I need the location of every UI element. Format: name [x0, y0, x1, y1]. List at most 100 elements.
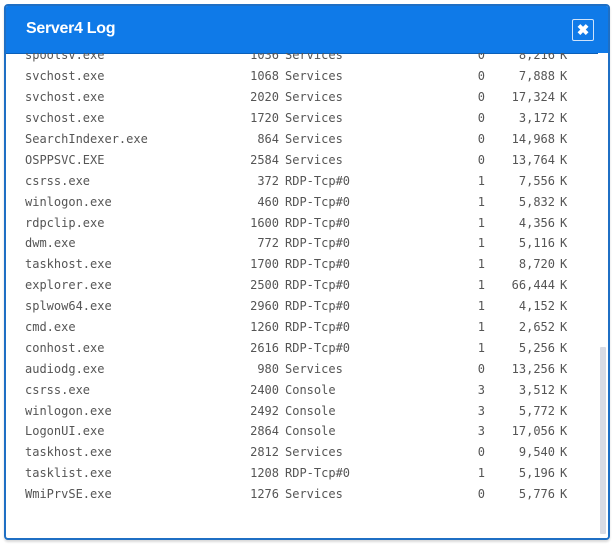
session-name: RDP-Tcp#0 [285, 299, 351, 314]
process-name: cmd.exe [25, 320, 76, 335]
session-name: RDP-Tcp#0 [285, 236, 351, 251]
process-pid: 2492 [250, 403, 279, 418]
session-name: Console [285, 382, 336, 397]
process-row: rdpclip.exe 1600 RDP-Tcp#0 1 4,356 K [6, 212, 594, 233]
memory-usage: 17,324 [511, 90, 555, 105]
session-number: 1 [477, 278, 485, 293]
process-row: taskhost.exe 1700 RDP-Tcp#0 1 8,720 K [6, 254, 594, 275]
process-name: svchost.exe [25, 111, 105, 126]
session-name: Console [285, 424, 336, 439]
process-pid: 1036 [250, 53, 279, 63]
session-number: 1 [477, 299, 485, 314]
dialog-title: Server4 Log [26, 20, 116, 37]
process-pid: 980 [257, 361, 279, 376]
memory-unit: K [560, 320, 568, 335]
server-log-dialog: Server4 Log ✖ spoolsv.exe 1036 Services 0 8,… [4, 4, 610, 540]
session-name: Services [285, 445, 343, 460]
session-name: Services [285, 90, 343, 105]
memory-usage: 5,776 [518, 487, 555, 502]
memory-unit: K [560, 215, 568, 230]
session-number: 0 [477, 487, 485, 502]
session-number: 1 [477, 320, 485, 335]
memory-unit: K [560, 299, 568, 314]
session-number: 0 [477, 445, 485, 460]
scrollbar-thumb[interactable] [600, 347, 606, 534]
session-name: RDP-Tcp#0 [285, 194, 351, 209]
session-number: 0 [477, 111, 485, 126]
process-pid: 2400 [250, 382, 279, 397]
process-row: winlogon.exe 460 RDP-Tcp#0 1 5,832 K [6, 191, 594, 212]
session-name: RDP-Tcp#0 [285, 173, 351, 188]
vertical-scrollbar[interactable] [598, 53, 608, 538]
session-number: 0 [477, 361, 485, 376]
memory-usage: 5,832 [518, 194, 555, 209]
process-name: spoolsv.exe [25, 53, 105, 63]
process-row: audiodg.exe 980 Services 0 13,256 K [6, 358, 594, 379]
session-name: RDP-Tcp#0 [285, 320, 351, 335]
process-pid: 1260 [250, 320, 279, 335]
process-row: conhost.exe 2616 RDP-Tcp#0 1 5,256 K [6, 337, 594, 358]
process-name: audiodg.exe [25, 361, 105, 376]
process-name: csrss.exe [25, 173, 91, 188]
process-row: csrss.exe 2400 Console 3 3,512 K [6, 379, 594, 400]
process-row: taskhost.exe 2812 Services 0 9,540 K [6, 442, 594, 463]
dialog-titlebar: Server4 Log ✖ [6, 6, 608, 54]
process-pid: 1700 [250, 257, 279, 272]
process-pid: 460 [257, 194, 279, 209]
process-row: cmd.exe 1260 RDP-Tcp#0 1 2,652 K [6, 317, 594, 338]
memory-unit: K [560, 90, 568, 105]
process-pid: 1208 [250, 466, 279, 481]
session-number: 0 [477, 69, 485, 84]
memory-usage: 14,968 [511, 132, 555, 146]
memory-usage: 7,888 [518, 69, 555, 84]
memory-unit: K [560, 53, 568, 63]
process-pid: 2616 [250, 340, 279, 355]
memory-unit: K [560, 257, 568, 272]
memory-usage: 13,764 [511, 152, 555, 167]
memory-unit: K [560, 361, 568, 376]
close-icon: ✖ [576, 22, 590, 39]
memory-usage: 5,256 [518, 340, 555, 355]
process-row: svchost.exe 1720 Services 0 3,172 K [6, 108, 594, 129]
memory-usage: 8,720 [518, 257, 555, 272]
memory-unit: K [560, 340, 568, 355]
process-name: rdpclip.exe [25, 215, 105, 230]
log-content: spoolsv.exe 1036 Services 0 8,216 Ksvchost.ex… [6, 53, 608, 538]
session-name: Services [285, 111, 343, 126]
memory-unit: K [560, 111, 568, 126]
session-name: Services [285, 53, 343, 63]
memory-unit: K [560, 403, 568, 418]
session-number: 0 [477, 152, 485, 167]
session-name: Console [285, 403, 336, 418]
session-number: 3 [477, 403, 485, 418]
memory-unit: K [560, 445, 568, 460]
process-name: conhost.exe [25, 340, 105, 355]
process-row: WmiPrvSE.exe 1276 Services 0 5,776 K [6, 484, 594, 505]
process-pid: 372 [257, 173, 279, 188]
session-number: 3 [477, 382, 485, 397]
process-row: SearchIndexer.exe 864 Services 0 14,968 K [6, 129, 594, 150]
memory-unit: K [560, 194, 568, 209]
memory-unit: K [560, 152, 568, 167]
session-name: Services [285, 69, 343, 84]
memory-unit: K [560, 69, 568, 84]
process-pid: 2812 [250, 445, 279, 460]
process-row: LogonUI.exe 2864 Console 3 17,056 K [6, 421, 594, 442]
memory-unit: K [560, 236, 568, 251]
process-name: taskhost.exe [25, 445, 112, 460]
memory-usage: 66,444 [511, 278, 555, 293]
process-pid: 1720 [250, 111, 279, 126]
memory-usage: 17,056 [511, 424, 555, 439]
process-pid: 2960 [250, 299, 279, 314]
process-name: WmiPrvSE.exe [25, 487, 112, 502]
process-row: tasklist.exe 1208 RDP-Tcp#0 1 5,196 K [6, 463, 594, 484]
process-name: OSPPSVC.EXE [25, 152, 105, 167]
session-number: 0 [477, 132, 485, 146]
process-pid: 1276 [250, 487, 279, 502]
process-row: splwow64.exe 2960 RDP-Tcp#0 1 4,152 K [6, 296, 594, 317]
memory-usage: 5,116 [518, 236, 555, 251]
process-name: dwm.exe [25, 236, 76, 251]
process-name: csrss.exe [25, 382, 91, 397]
session-name: RDP-Tcp#0 [285, 215, 351, 230]
close-button[interactable]: ✖ [572, 19, 594, 41]
